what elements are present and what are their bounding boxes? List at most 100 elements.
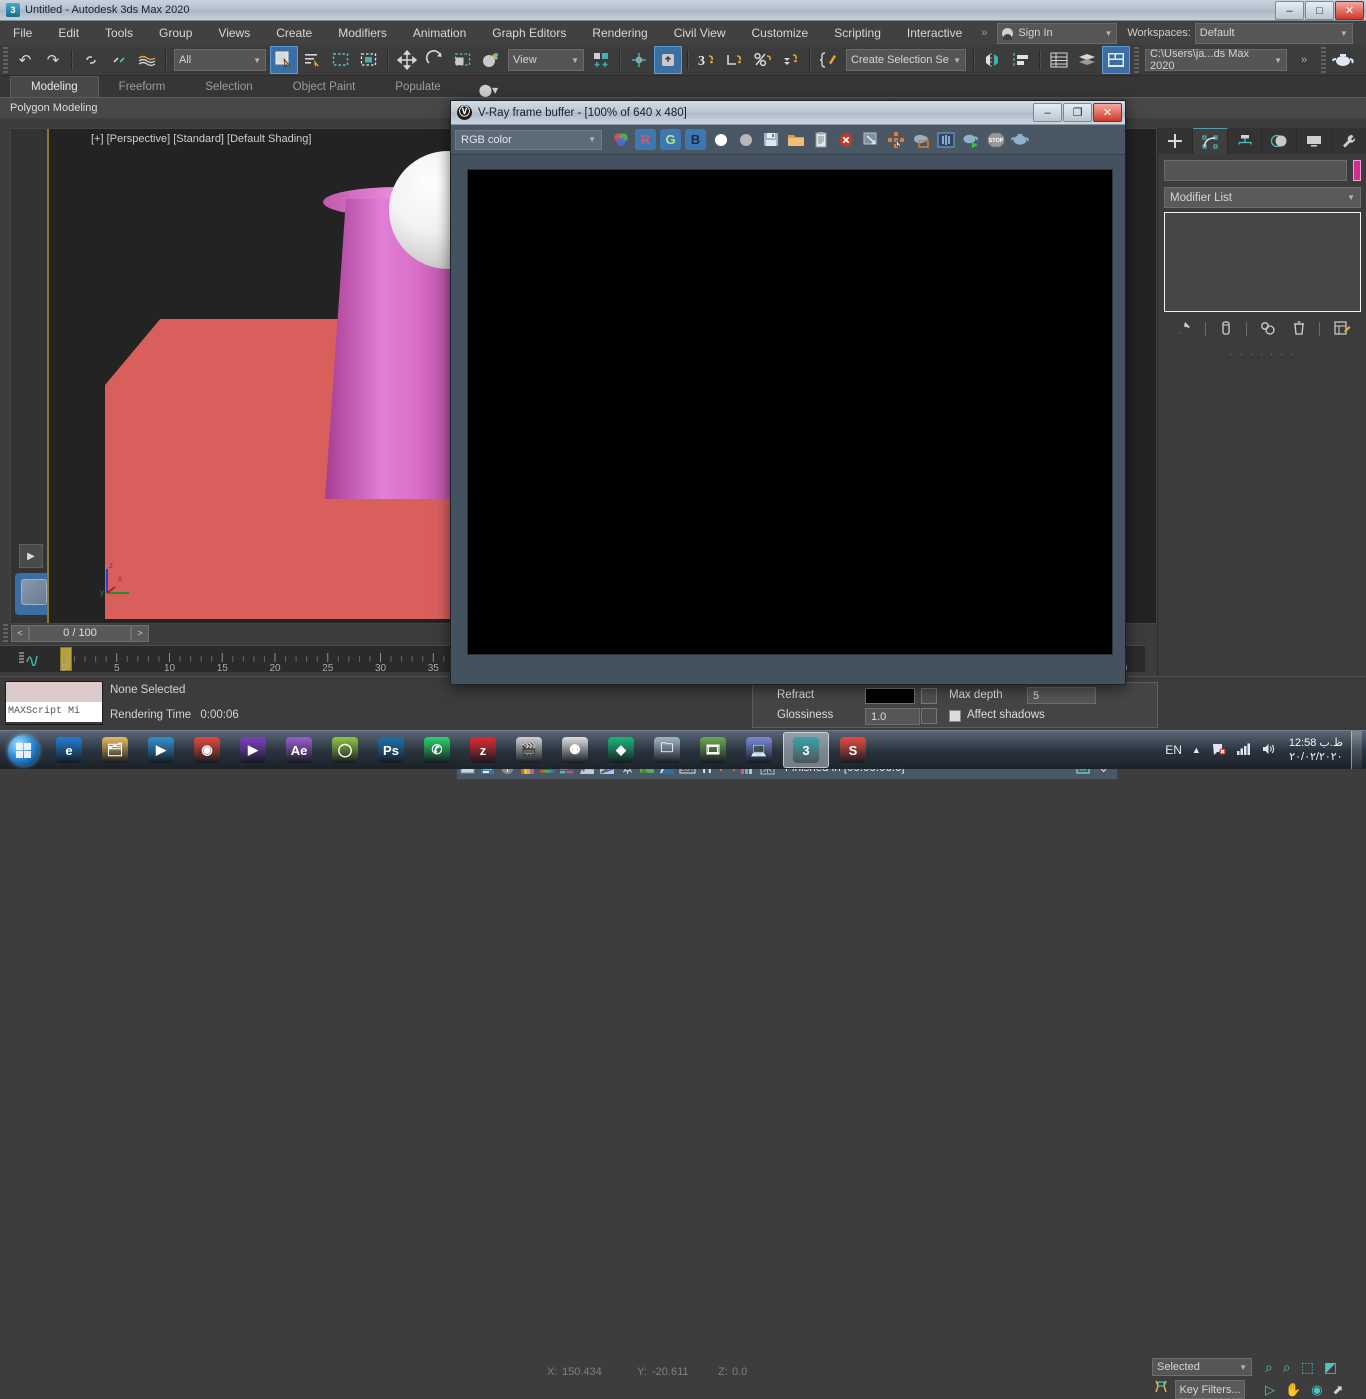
show-desktop-button[interactable] [1351, 731, 1362, 769]
command-tab-display[interactable] [1297, 128, 1333, 154]
viewcube-button[interactable] [15, 573, 51, 615]
selection-filter-dropdown[interactable]: All ▼ [174, 49, 266, 71]
object-name-input[interactable] [1164, 160, 1347, 181]
zoom-all-icon[interactable]: ⌕ [1283, 1359, 1291, 1376]
select-and-move-button[interactable] [394, 47, 420, 73]
ab-compare-button[interactable] [935, 129, 956, 150]
toolbar-grip-2[interactable] [1134, 47, 1139, 73]
workspace-dropdown[interactable]: Default ▼ [1194, 22, 1353, 44]
taskbar-item-movie-maker[interactable]: 🎞 [691, 733, 735, 767]
save-image-button[interactable] [760, 129, 781, 150]
track-mouse-button[interactable] [885, 129, 906, 150]
command-tab-create[interactable] [1158, 128, 1193, 154]
next-frame-button[interactable]: > [131, 624, 149, 642]
load-image-button[interactable] [785, 129, 806, 150]
vfb-maximize-button[interactable]: ❐ [1063, 103, 1092, 122]
select-and-scale-button[interactable] [450, 47, 476, 73]
taskbar-item-diamond-app[interactable]: ◆ [599, 733, 643, 767]
menu-item-civil-view[interactable]: Civil View [661, 21, 739, 45]
maxscript-output-pane[interactable] [6, 682, 102, 702]
align-button[interactable] [1008, 47, 1034, 73]
red-channel-toggle[interactable]: R [635, 129, 656, 150]
command-tab-hierarchy[interactable] [1228, 128, 1263, 154]
command-tab-motion[interactable] [1262, 128, 1298, 154]
snap-toggle-3d[interactable]: 3 [694, 47, 720, 73]
color-channels-icon[interactable] [610, 129, 631, 150]
menu-item-file[interactable]: File [0, 21, 45, 45]
render-last-button[interactable] [960, 129, 981, 150]
toolbar-grip[interactable] [3, 47, 8, 73]
clock[interactable]: 12:58 ظ.ب ٢٠/٠٢/٢٠٢٠ [1281, 736, 1351, 764]
vfb-channel-dropdown[interactable]: RGB color ▼ [455, 129, 602, 150]
menu-item-interactive[interactable]: Interactive [894, 21, 975, 45]
taskbar-item-green-app[interactable]: ◯ [323, 733, 367, 767]
key-mode-dropdown[interactable]: Selected ▼ [1152, 1358, 1252, 1376]
taskbar-item-folder-app[interactable]: 🗀 [645, 733, 689, 767]
maximize-viewport-icon[interactable]: ⬈ [1333, 1382, 1344, 1398]
affect-shadows-checkbox[interactable] [949, 710, 961, 722]
menu-overflow-chevron-icon[interactable]: » [975, 27, 993, 39]
toggle-scene-explorer-button[interactable] [1046, 47, 1072, 73]
render-button[interactable] [1010, 129, 1031, 150]
ribbon-options-icon[interactable]: ⬤▾ [479, 83, 498, 97]
mirror-button[interactable] [980, 47, 1006, 73]
layer-explorer-button[interactable] [1074, 47, 1100, 73]
show-end-result-icon[interactable] [1219, 320, 1233, 339]
menu-item-scripting[interactable]: Scripting [821, 21, 894, 45]
duplicate-vfb-button[interactable] [860, 129, 881, 150]
clear-image-button[interactable] [835, 129, 856, 150]
zoom-icon[interactable]: ⌕ [1265, 1359, 1273, 1376]
minimize-button[interactable]: – [1275, 1, 1304, 20]
menu-item-views[interactable]: Views [205, 21, 263, 45]
blue-channel-toggle[interactable]: B [685, 129, 706, 150]
maxscript-input-pane[interactable]: MAXScript Mi [6, 702, 102, 722]
set-key-toggle-icon[interactable] [1152, 1378, 1172, 1399]
taskbar-item-media-app[interactable]: ▶ [231, 733, 275, 767]
show-hidden-icons-button[interactable]: ▲ [1192, 745, 1201, 755]
taskbar-item-zapya[interactable]: z [461, 733, 505, 767]
percent-snap-toggle[interactable] [750, 47, 776, 73]
orbit-icon[interactable]: ◉ [1311, 1382, 1322, 1398]
configure-modifier-sets-icon[interactable] [1333, 320, 1351, 339]
glossiness-map-button[interactable] [921, 708, 937, 724]
edit-named-selection-sets-button[interactable] [816, 47, 842, 73]
menu-item-create[interactable]: Create [263, 21, 325, 45]
zoom-extents-icon[interactable]: ⬚ [1301, 1359, 1314, 1376]
angle-snap-toggle[interactable] [654, 46, 682, 74]
pan-region-icon[interactable]: ▷ [1265, 1382, 1275, 1398]
coord-y-value[interactable]: -20.611 [652, 1366, 689, 1378]
select-object-button[interactable] [270, 46, 298, 74]
clipboard-button[interactable] [810, 129, 831, 150]
refract-color-swatch[interactable] [865, 688, 915, 704]
coord-x-value[interactable]: 150.434 [562, 1366, 602, 1378]
taskbar-item-windows-media-player[interactable]: ▶ [139, 733, 183, 767]
select-and-place-button[interactable] [478, 47, 504, 73]
ribbon-tab-freeform[interactable]: Freeform [99, 77, 186, 97]
language-indicator[interactable]: EN [1165, 743, 1182, 757]
undo-button[interactable]: ↶ [12, 47, 38, 73]
panel-resize-handle[interactable]: · · · · · · · [1158, 349, 1366, 360]
menu-item-customize[interactable]: Customize [739, 21, 822, 45]
snaps-toggle[interactable] [626, 47, 652, 73]
max-depth-spinner[interactable]: 5 [1027, 687, 1096, 704]
taskbar-item-after-effects[interactable]: Ae [277, 733, 321, 767]
taskbar-item-snagit[interactable]: S [831, 733, 875, 767]
make-unique-icon[interactable] [1259, 320, 1279, 339]
viewport-label[interactable]: [+] [Perspective] [Standard] [Default Sh… [91, 133, 311, 145]
render-setup-button[interactable] [1330, 47, 1356, 73]
menu-item-group[interactable]: Group [146, 21, 205, 45]
start-button[interactable] [0, 732, 46, 768]
modifier-list-dropdown[interactable]: Modifier List ▼ [1164, 187, 1361, 208]
menu-item-animation[interactable]: Animation [400, 21, 479, 45]
project-folder-dropdown[interactable]: C:\Users\ja...ds Max 2020 ▼ [1145, 48, 1287, 72]
stop-render-button[interactable]: STOP [985, 129, 1006, 150]
vfb-render-canvas[interactable] [467, 169, 1113, 655]
sign-in-dropdown[interactable]: Sign In ▼ [997, 22, 1118, 44]
menu-item-rendering[interactable]: Rendering [579, 21, 660, 45]
taskbar-item-3ds-max[interactable]: 3 [783, 732, 829, 768]
toggle-ribbon-button[interactable] [1102, 46, 1130, 74]
key-filters-button[interactable]: Key Filters... [1175, 1380, 1245, 1399]
taskbar-item-mpc-be[interactable]: 🎬 [507, 733, 551, 767]
vfb-close-button[interactable]: ✕ [1093, 103, 1122, 122]
taskbar-item-windows-explorer[interactable]: 🗂 [93, 733, 137, 767]
